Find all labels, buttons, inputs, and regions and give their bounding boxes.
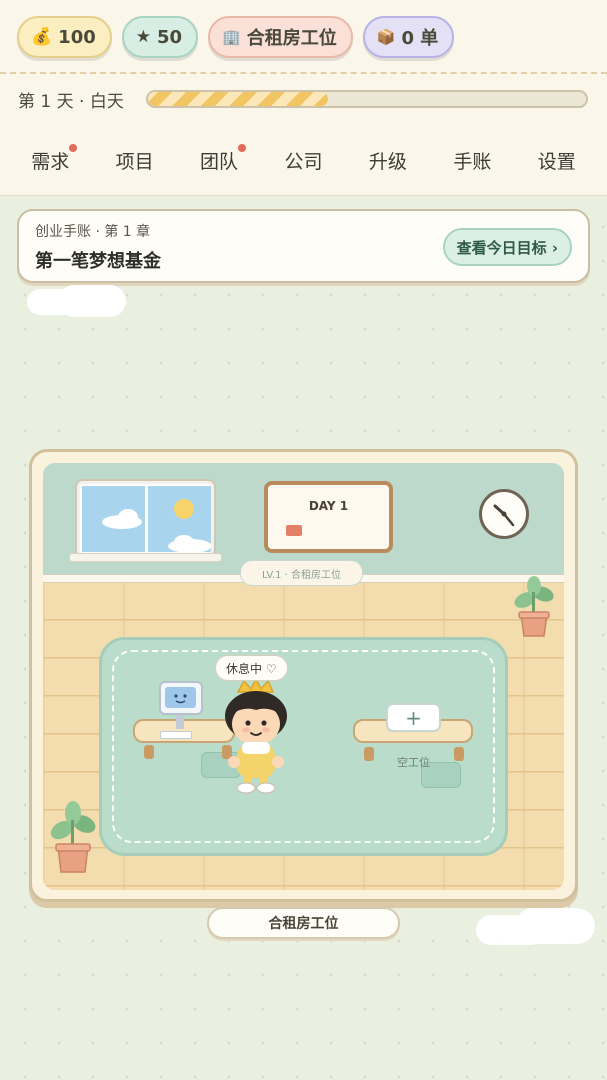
package-icon: 📦: [376, 27, 396, 46]
day-progress-bar: [146, 90, 588, 108]
journal-card: 创业手账 · 第 1 章 第一笔梦想基金 查看今日目标 ›: [17, 209, 590, 283]
tab-projects[interactable]: 项目: [108, 143, 162, 178]
workplace-badge[interactable]: 🏢 合租房工位: [208, 16, 353, 58]
journal-chapter: 创业手账 · 第 1 章: [35, 224, 151, 240]
orders-value: 0 单: [401, 28, 439, 49]
day-progress-fill: [148, 92, 328, 106]
sticky-note: [286, 525, 302, 536]
potted-plant-icon: [514, 576, 554, 637]
tab-label: 设置: [537, 150, 576, 173]
clock-icon: [479, 489, 529, 539]
tab-label: 需求: [31, 150, 70, 173]
status-bubble: 休息中 ♡: [215, 655, 288, 681]
star-icon: ★: [135, 26, 151, 47]
money-counter[interactable]: 💰 100: [17, 16, 112, 58]
orders-counter[interactable]: 📦 0 单: [362, 16, 455, 58]
tab-settings[interactable]: 设置: [530, 143, 584, 178]
tab-demands[interactable]: 需求: [23, 143, 78, 178]
cloud-decoration: [515, 908, 595, 944]
day-board: DAY 1: [264, 481, 393, 553]
tab-team[interactable]: 团队: [192, 143, 247, 178]
day-indicator: 第 1 天 · 白天: [18, 87, 124, 112]
window-sill: [69, 553, 222, 562]
reputation-counter[interactable]: ★ 50: [121, 16, 199, 58]
header-divider: [0, 72, 607, 74]
sky-scene: [102, 499, 211, 553]
notification-dot: [238, 143, 247, 152]
journal-title: 第一笔梦想基金: [35, 251, 161, 272]
room-level-sign: LV.1 · 合租房工位: [240, 560, 363, 586]
tab-label: 升级: [368, 150, 407, 173]
empty-seat-label: 空工位: [397, 756, 430, 769]
keyboard: [160, 731, 192, 739]
tab-label: 项目: [115, 150, 154, 173]
office-rug: [99, 637, 508, 856]
notification-dot: [69, 143, 78, 152]
add-seat-button[interactable]: +: [386, 703, 441, 732]
money-bag-icon: 💰: [31, 26, 53, 47]
board-text: DAY 1: [308, 499, 349, 513]
tab-upgrade[interactable]: 升级: [361, 143, 415, 178]
employee-character[interactable]: [220, 678, 292, 796]
money-value: 100: [58, 26, 96, 48]
window: [77, 481, 214, 556]
room-name-button[interactable]: 合租房工位: [207, 907, 400, 939]
tab-label: 公司: [284, 150, 323, 173]
tab-label: 手账: [453, 150, 492, 173]
workplace-value: 合租房工位: [246, 28, 337, 49]
top-header: 💰 100 ★ 50 🏢 合租房工位 📦 0 单 第 1 天 · 白天 需求 项…: [0, 0, 607, 196]
day-label: 第 1 天 · 白天: [18, 92, 124, 112]
building-icon: 🏢: [222, 27, 241, 46]
tab-journal[interactable]: 手账: [445, 143, 499, 178]
resource-bar: 💰 100 ★ 50 🏢 合租房工位 📦 0 单: [17, 16, 455, 58]
cloud-decoration: [58, 285, 126, 317]
potted-plant-icon: [50, 801, 96, 873]
main-nav: 需求 项目 团队 公司 升级 手账 设置: [0, 140, 607, 180]
computer-monitor-icon: [159, 681, 203, 715]
tab-label: 团队: [200, 150, 239, 173]
reputation-value: 50: [157, 26, 183, 48]
tab-company[interactable]: 公司: [276, 143, 330, 178]
view-daily-goals-button[interactable]: 查看今日目标 ›: [442, 228, 572, 266]
